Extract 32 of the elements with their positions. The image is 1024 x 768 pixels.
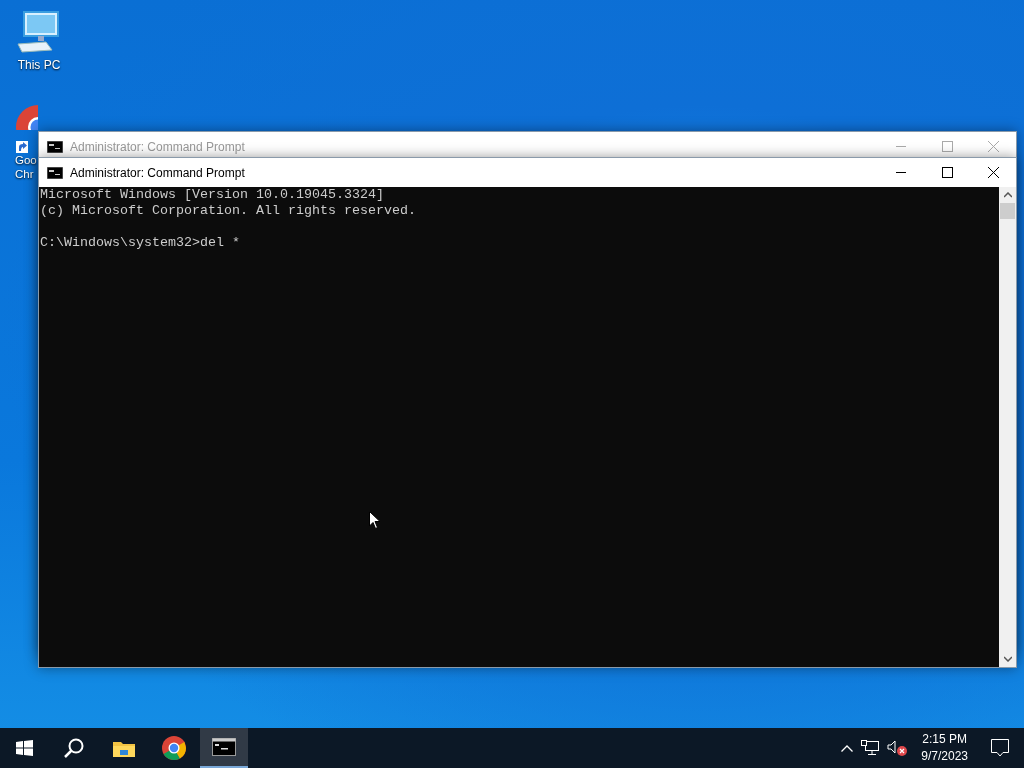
icon-label: Chr [15, 167, 34, 181]
speech-bubble-icon [991, 739, 1009, 757]
console-app-icon [47, 166, 63, 179]
scroll-down-icon[interactable] [1003, 656, 1012, 662]
scrollbar[interactable] [999, 187, 1016, 667]
maximize-icon [941, 141, 953, 152]
console-app-icon [47, 140, 63, 153]
maximize-icon [941, 167, 953, 178]
start-icon [15, 740, 33, 756]
scroll-up-icon[interactable] [1003, 192, 1012, 198]
close-icon [987, 167, 999, 178]
window-title: Administrator: Command Prompt [70, 165, 246, 180]
console-prompt: C:\Windows\system32>del * [40, 235, 241, 251]
console-text: Microsoft Windows [Version 10.0.19045.3324] [40, 187, 385, 203]
shortcut-arrow-icon [16, 141, 28, 153]
console-app-icon [212, 738, 236, 756]
console-text: (c) Microsoft Corporation. All rights reserved. [40, 203, 417, 219]
search-icon [64, 738, 84, 758]
chrome-icon [162, 736, 186, 760]
scroll-thumb[interactable] [1000, 203, 1015, 219]
network-icon [861, 740, 880, 756]
chevron-up-icon [841, 744, 854, 752]
icon-label: This PC [17, 58, 61, 72]
window-title: Administrator: Command Prompt [70, 139, 246, 154]
clock-button[interactable]: 2:15 PM 9/7/2023 [913, 728, 976, 768]
muted-speaker-icon [887, 739, 910, 757]
mouse-pointer-icon [369, 511, 381, 530]
folder-icon [113, 739, 135, 757]
close-icon [987, 141, 999, 152]
icon-label: Goo [15, 153, 37, 167]
taskbar-app-button[interactable] [200, 728, 248, 768]
computer-icon[interactable] [16, 10, 62, 54]
